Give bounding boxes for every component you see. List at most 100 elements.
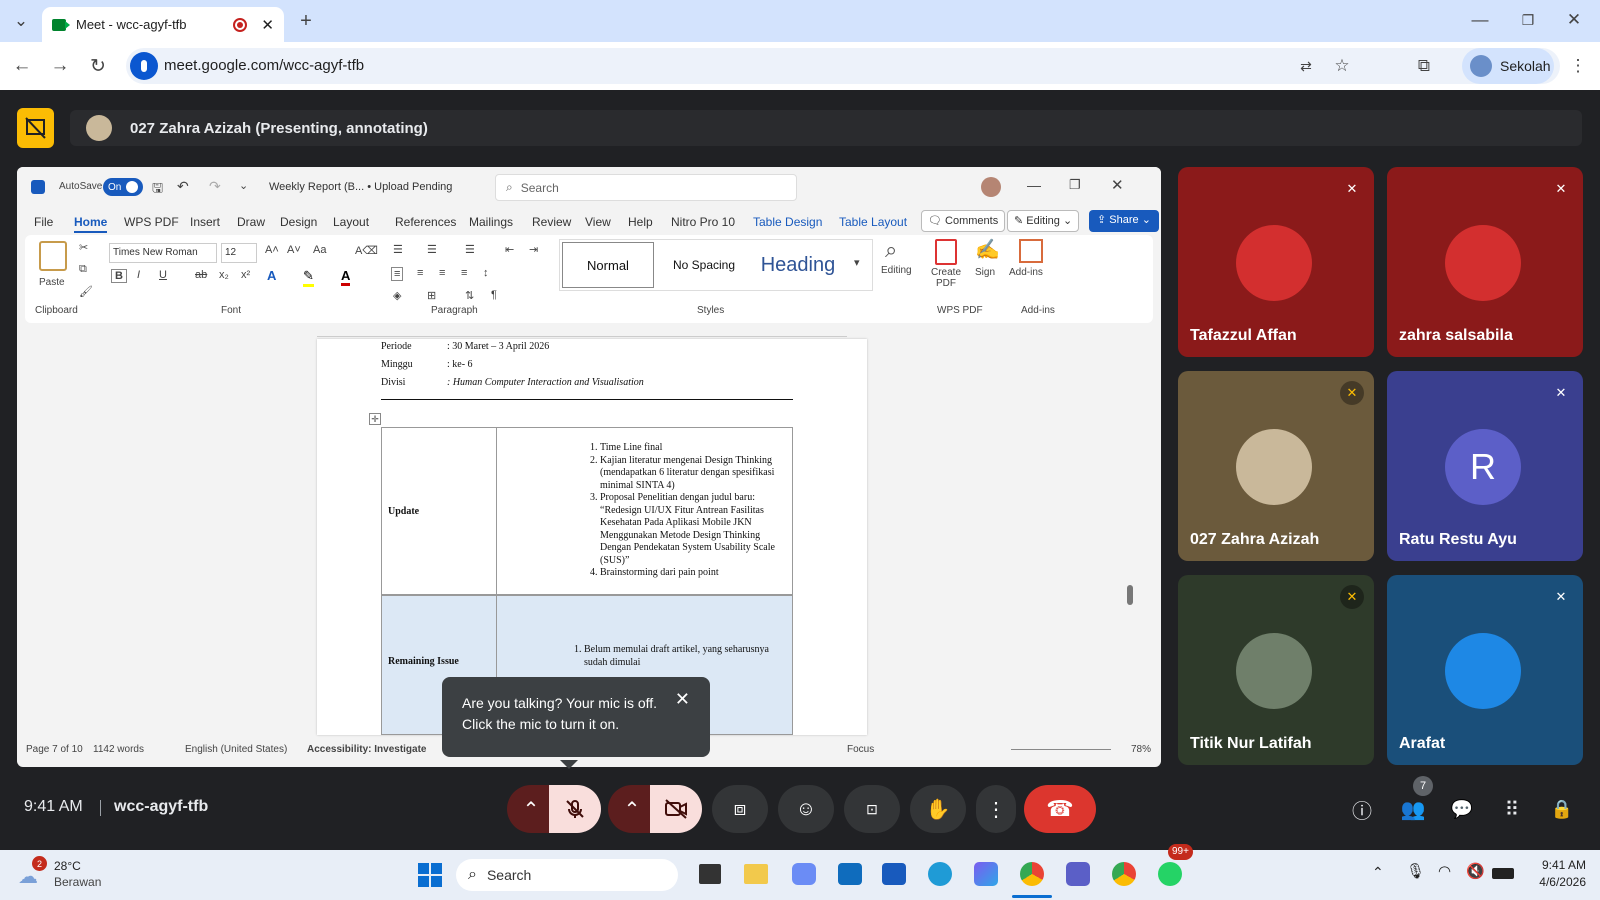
word-count[interactable]: 1142 words — [93, 744, 144, 755]
multilevel-list-icon[interactable]: ☰ — [465, 243, 475, 256]
tab-table-design[interactable]: Table Design — [753, 215, 822, 229]
create-pdf-icon[interactable] — [935, 239, 957, 265]
copilot-icon[interactable] — [792, 863, 816, 885]
tab-view[interactable]: View — [585, 215, 611, 229]
document-title[interactable]: Weekly Report (B... • Upload Pending — [269, 181, 452, 193]
grow-font-icon[interactable]: A˄ — [265, 244, 279, 256]
format-painter-icon[interactable]: 🖌 — [79, 285, 93, 298]
superscript-icon[interactable]: x² — [241, 269, 250, 281]
wifi-icon[interactable]: ◠ — [1438, 862, 1451, 880]
whatsapp-icon[interactable] — [1158, 862, 1182, 886]
undo-icon[interactable]: ↶ — [177, 178, 189, 195]
style-no-spacing[interactable]: No Spacing — [658, 242, 750, 288]
captions-button[interactable]: ⊡ — [844, 785, 900, 833]
participant-tile[interactable]: ✕ Titik Nur Latifah — [1178, 575, 1374, 765]
redo-icon[interactable]: ↷ — [209, 178, 221, 195]
align-center-icon[interactable]: ≡ — [417, 267, 423, 279]
vertical-scrollbar[interactable] — [1125, 347, 1135, 737]
justify-icon[interactable]: ≡ — [461, 267, 467, 279]
shading-icon[interactable]: ◈ — [393, 289, 401, 302]
scrollbar-thumb[interactable] — [1127, 585, 1133, 605]
page-count[interactable]: Page 7 of 10 — [26, 744, 83, 755]
sign-icon[interactable]: ✍ — [975, 237, 1000, 262]
numbering-icon[interactable]: ☰ — [427, 243, 437, 256]
tab-references[interactable]: References — [395, 215, 456, 229]
tray-chevron-icon[interactable]: ⌃ — [1372, 864, 1384, 881]
paste-label[interactable]: Paste — [39, 277, 65, 288]
word-minimize-icon[interactable]: — — [1027, 177, 1041, 193]
task-view-icon[interactable] — [699, 864, 721, 884]
browser-menu-icon[interactable]: ⋮ — [1566, 54, 1590, 78]
weather-widget[interactable]: ☁ 2 28°C Berawan — [18, 856, 128, 892]
translate-icon[interactable]: ⇄ — [1294, 54, 1318, 78]
new-tab-icon[interactable]: + — [294, 9, 318, 33]
m365-icon[interactable] — [974, 862, 998, 886]
forward-icon[interactable]: → — [48, 54, 72, 78]
taskbar-search[interactable]: ⌕ Search — [456, 859, 678, 891]
highlight-icon[interactable]: ✎ — [303, 268, 314, 287]
focus-mode[interactable]: Focus — [847, 744, 874, 755]
tab-review[interactable]: Review — [532, 215, 571, 229]
document-page[interactable]: Periode : 30 Maret – 3 April 2026 Minggu… — [317, 339, 867, 736]
reactions-button[interactable]: ☺ — [778, 785, 834, 833]
leave-call-button[interactable]: ☎ — [1024, 785, 1096, 833]
table-row-update[interactable]: Update Time Line final Kajian literatur … — [381, 427, 793, 596]
stop-presenting-icon[interactable] — [17, 108, 54, 148]
tab-wps-pdf[interactable]: WPS PDF — [124, 215, 179, 229]
profile-button[interactable]: Sekolah — [1462, 48, 1554, 84]
increase-indent-icon[interactable]: ⇥ — [529, 243, 538, 256]
language[interactable]: English (United States) — [185, 744, 287, 755]
cut-icon[interactable]: ✂ — [79, 241, 88, 254]
word-restore-icon[interactable]: ❐ — [1069, 177, 1081, 193]
zoom-slider[interactable] — [1011, 749, 1111, 750]
change-case-icon[interactable]: Aa — [313, 244, 326, 256]
comments-button[interactable]: 🗨 Comments — [921, 210, 1006, 232]
participant-tile[interactable]: ✕ zahra salsabila — [1387, 167, 1583, 357]
windows-start-icon[interactable] — [418, 863, 442, 887]
style-heading[interactable]: Heading — [752, 242, 844, 288]
volume-muted-icon[interactable]: 🔇 — [1466, 862, 1485, 880]
word-close-icon[interactable]: ✕ — [1111, 176, 1124, 194]
zoom-level[interactable]: 78% — [1131, 744, 1151, 755]
participant-tile[interactable]: ✕ Arafat — [1387, 575, 1583, 765]
tab-layout[interactable]: Layout — [333, 215, 369, 229]
strikethrough-icon[interactable]: ab — [195, 269, 207, 281]
browser-tab-meet[interactable]: Meet - wcc-agyf-tfb ✕ — [42, 7, 284, 42]
tab-nitro[interactable]: Nitro Pro 10 — [671, 215, 735, 229]
font-name-select[interactable]: Times New Roman — [109, 243, 217, 263]
close-window-icon[interactable]: ✕ — [1562, 8, 1586, 32]
addins-label[interactable]: Add-ins — [1009, 267, 1043, 278]
chrome-icon[interactable] — [1020, 862, 1044, 886]
tab-file[interactable]: File — [34, 215, 53, 229]
subscript-icon[interactable]: x₂ — [219, 269, 229, 281]
text-effects-icon[interactable]: A — [267, 268, 276, 283]
tray-mic-icon[interactable]: 🎙 — [1406, 862, 1425, 880]
editing-group-label[interactable]: Editing — [881, 265, 912, 276]
bookmark-star-icon[interactable]: ☆ — [1330, 54, 1354, 78]
paste-icon[interactable] — [39, 241, 67, 271]
horizontal-ruler[interactable] — [317, 327, 847, 337]
editing-mode-button[interactable]: ✎ Editing ⌄ — [1007, 210, 1080, 232]
table-move-handle-icon[interactable]: ✛ — [369, 413, 381, 425]
camera-toggle-button[interactable] — [650, 785, 702, 833]
mic-active-icon[interactable] — [130, 52, 158, 80]
clear-formatting-icon[interactable]: A⌫ — [355, 244, 378, 257]
font-color-icon[interactable]: A — [341, 268, 351, 286]
word-search-input[interactable]: ⌕ Search — [495, 174, 797, 201]
align-left-icon[interactable]: ≡ — [391, 267, 404, 281]
tab-help[interactable]: Help — [628, 215, 653, 229]
tab-mailings[interactable]: Mailings — [469, 215, 513, 229]
activities-icon[interactable]: ⠿ — [1500, 797, 1524, 821]
qat-menu-icon[interactable]: ⌄ — [239, 179, 248, 192]
borders-icon[interactable]: ⊞ — [427, 289, 436, 302]
chrome-profile-icon[interactable] — [1112, 862, 1136, 886]
tab-draw[interactable]: Draw — [237, 215, 265, 229]
share-button[interactable]: ⇪ Share ⌄ — [1089, 210, 1159, 232]
omnibox[interactable]: meet.google.com/wcc-agyf-tfb ⇄ ☆ — [126, 48, 1560, 84]
audio-options-chevron[interactable]: ⌃ — [507, 785, 555, 833]
autosave-toggle[interactable]: On — [103, 178, 143, 196]
line-spacing-icon[interactable]: ↕ — [483, 267, 489, 279]
chat-icon[interactable]: 💬 — [1450, 797, 1474, 821]
sign-label[interactable]: Sign — [975, 267, 995, 278]
outlook-icon[interactable] — [838, 863, 862, 885]
